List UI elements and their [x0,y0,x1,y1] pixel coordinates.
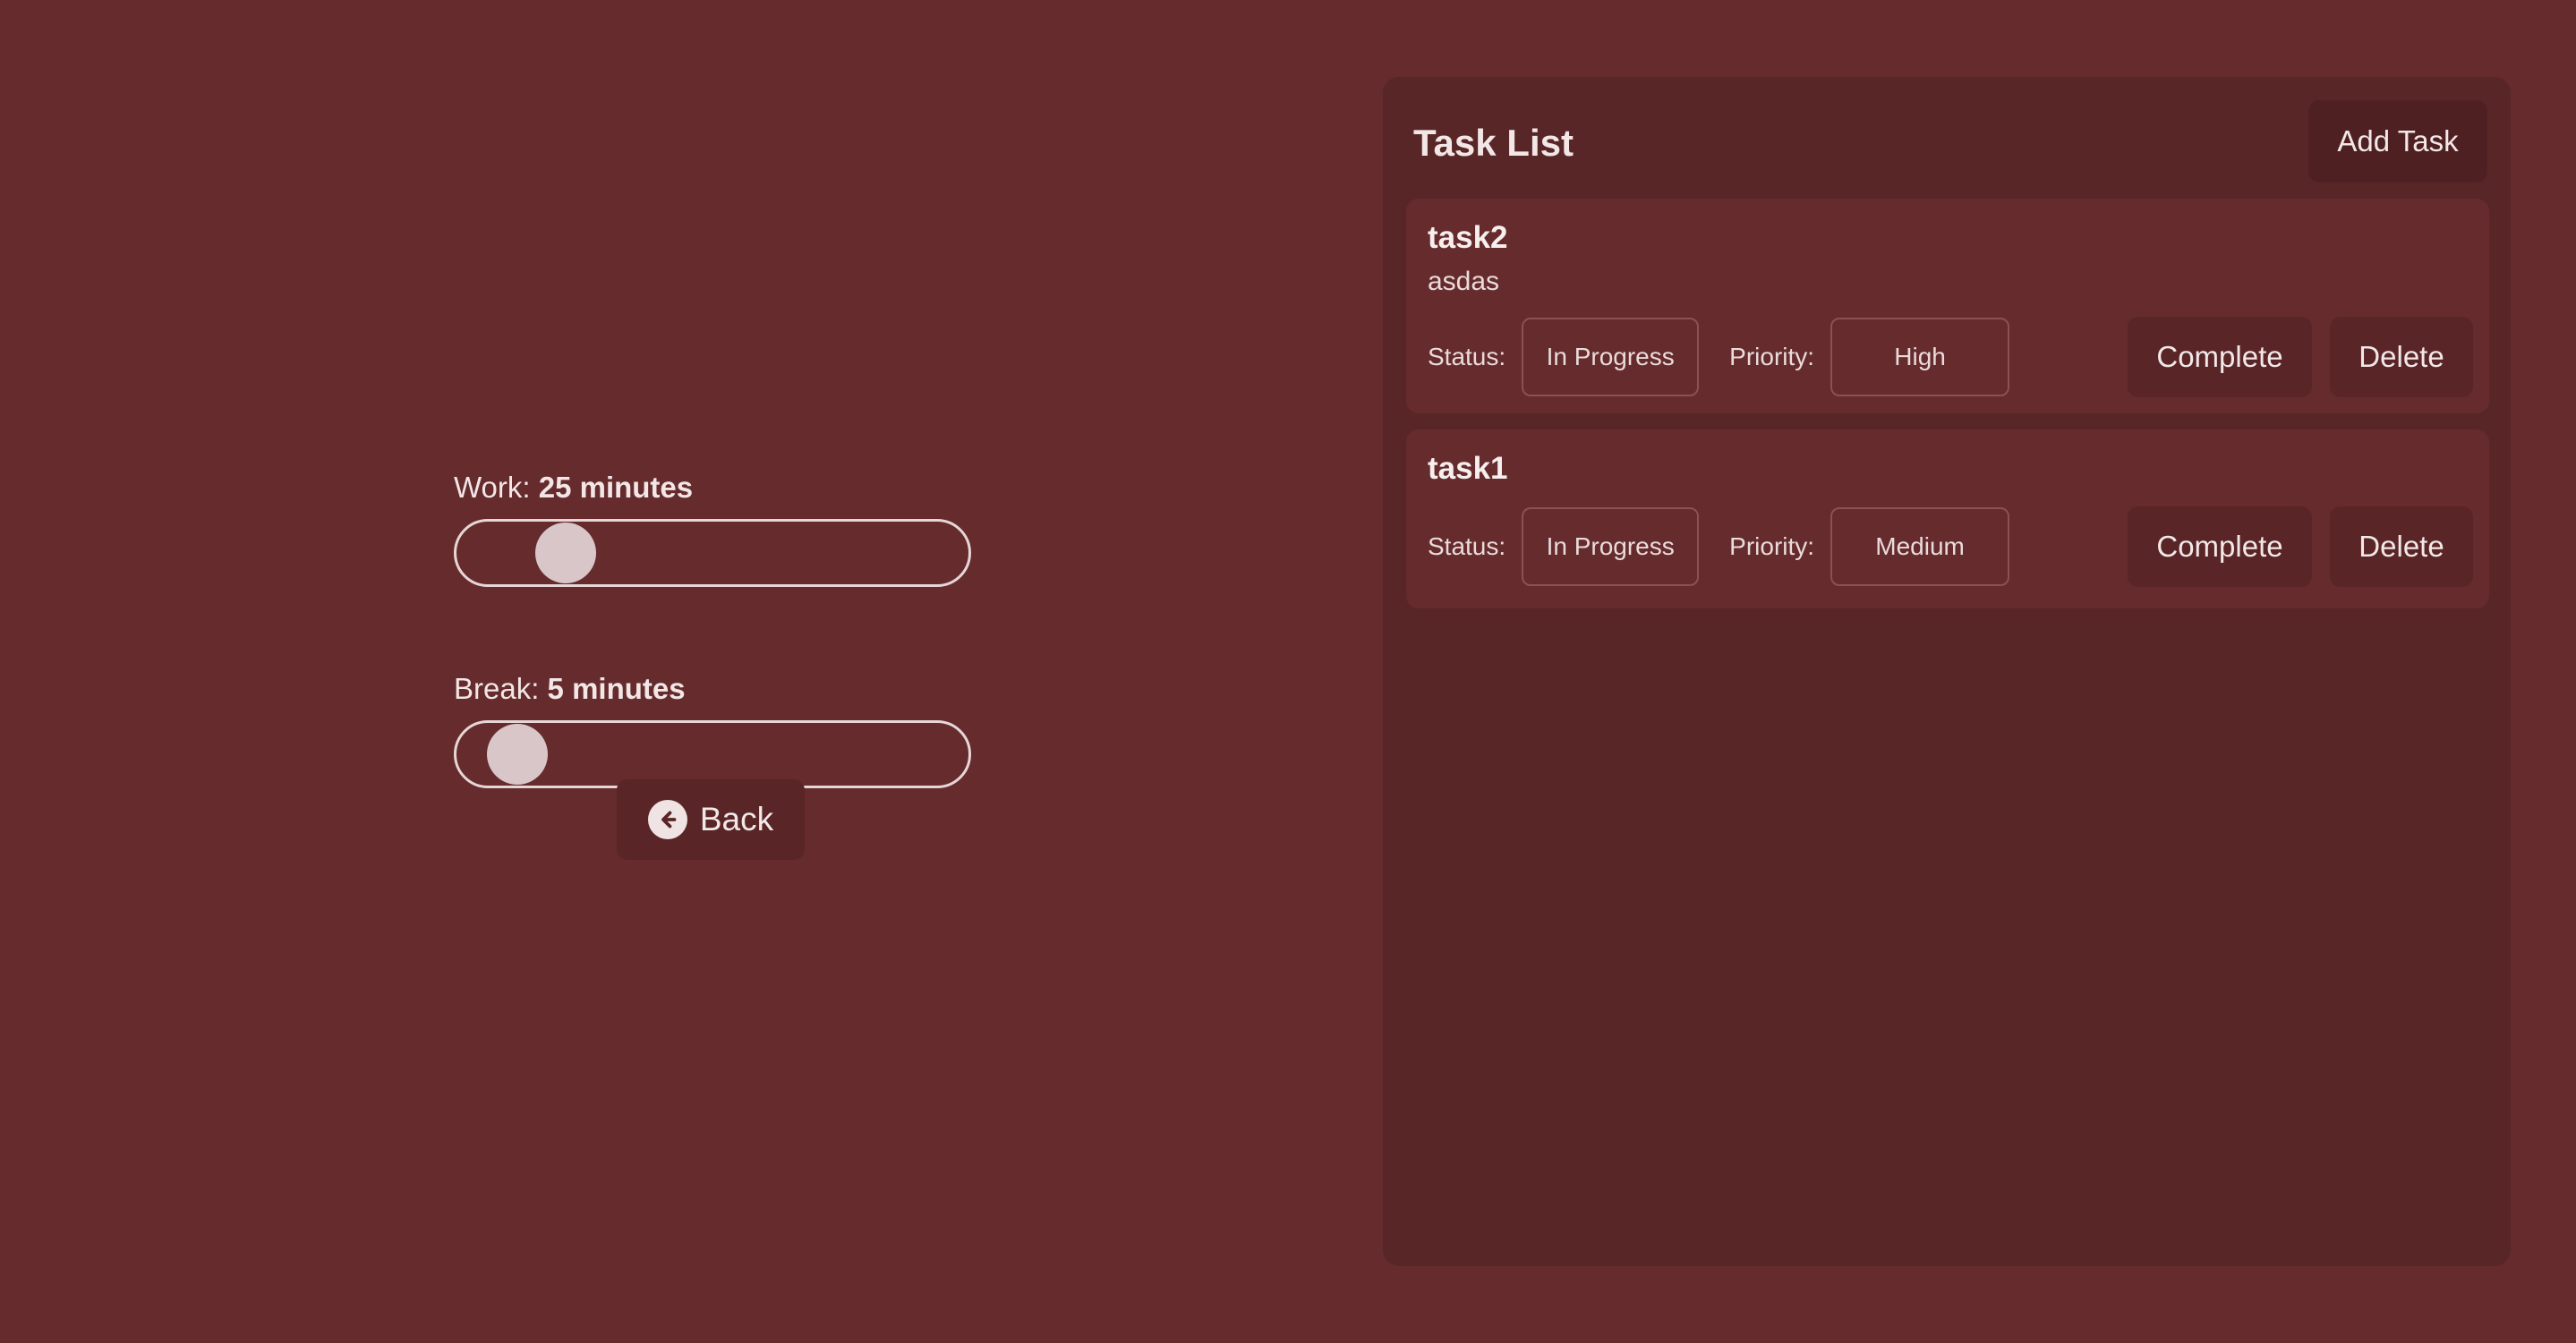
timer-settings: Work: 25 minutes Break: 5 minutes [454,470,971,788]
complete-button[interactable]: Complete [2128,317,2312,397]
task-name: task1 [1428,451,1508,486]
work-duration-slider[interactable] [454,519,971,587]
task-name: task2 [1428,220,1508,255]
back-button-label: Back [699,801,774,837]
status-label: Status: [1428,343,1506,370]
priority-select[interactable]: Medium [1830,507,2010,586]
break-duration-slider[interactable] [454,720,971,788]
status-select[interactable]: In Progress [1522,318,1700,396]
delete-button[interactable]: Delete [2330,317,2473,397]
work-slider-thumb[interactable] [534,523,596,583]
delete-button[interactable]: Delete [2330,506,2473,587]
task-controls: Status: In Progress Priority: Medium Com… [1428,506,2473,587]
priority-select[interactable]: High [1830,318,2010,396]
task-list-header: Task List Add Task [1413,100,2487,183]
break-slider-thumb[interactable] [487,724,549,785]
task-description: asdas [1428,267,1500,296]
priority-label: Priority: [1729,343,1815,370]
status-label: Status: [1428,532,1506,560]
arrow-left-icon [647,800,687,839]
task-card: task2 asdas Status: In Progress Priority… [1406,199,2489,413]
priority-label: Priority: [1729,532,1815,560]
break-label-prefix: Break: [454,672,540,705]
task-controls: Status: In Progress Priority: High Compl… [1428,317,2473,397]
task-list-title: Task List [1413,122,1574,164]
complete-button[interactable]: Complete [2128,506,2312,587]
work-label-prefix: Work: [454,471,531,504]
break-slider-block: Break: 5 minutes [454,671,971,788]
break-label: Break: 5 minutes [454,671,969,707]
break-value: 5 minutes [547,672,686,705]
task-card: task1 Status: In Progress Priority: Medi… [1406,429,2489,608]
add-task-button[interactable]: Add Task [2308,100,2487,183]
work-label: Work: 25 minutes [454,470,969,506]
back-button[interactable]: Back [617,779,805,860]
work-slider-block: Work: 25 minutes [454,470,971,587]
work-value: 25 minutes [538,471,694,504]
status-select[interactable]: In Progress [1522,507,1700,586]
task-list-panel: Task List Add Task task2 asdas Status: I… [1383,77,2511,1266]
